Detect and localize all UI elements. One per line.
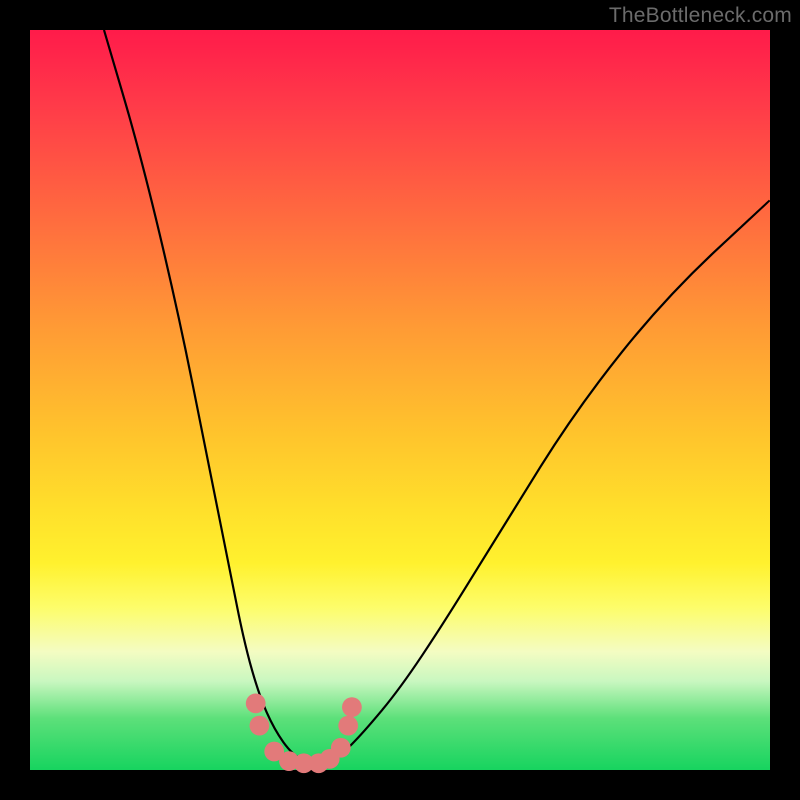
raw-point — [342, 697, 362, 717]
raw-point — [250, 716, 270, 736]
raw-points-group — [246, 694, 362, 774]
bottleneck-curve — [104, 30, 770, 764]
chart-frame: TheBottleneck.com — [0, 0, 800, 800]
plot-area — [30, 30, 770, 770]
raw-point — [246, 694, 266, 714]
watermark-text: TheBottleneck.com — [609, 4, 792, 28]
raw-point — [338, 716, 358, 736]
raw-point — [331, 738, 351, 758]
chart-svg — [30, 30, 770, 770]
